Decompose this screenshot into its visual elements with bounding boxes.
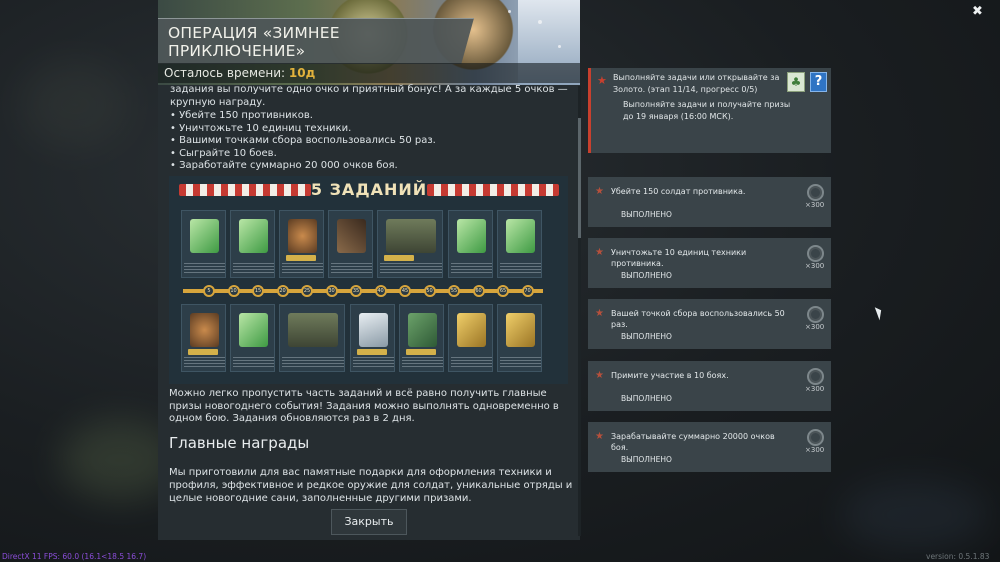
task-list-item: Вашими точками сбора воспользовались 50 … [170,135,572,148]
milestone-node: 70 [521,285,534,297]
task-name: Зарабатывайте суммарно 20000 очков боя. [611,432,775,452]
milestone-node: 55 [448,285,460,297]
reward-card [279,304,345,372]
milestone-node: 5 [203,285,215,297]
rewards-image: 5 ЗАДАНИЙ 5 10 15 20 25 30 35 40 45 50 55 60 65 70 [169,176,568,384]
task-status: ВЫПОЛНЕНО [621,271,672,280]
time-remaining-label: Осталось времени: [164,66,286,80]
task-card[interactable]: ★ Уничтожьте 10 единиц техники противник… [588,238,831,288]
reward-card [448,304,493,372]
reward-card [328,210,373,278]
close-icon[interactable]: ✖ [972,4,983,19]
background-decor [20,60,130,150]
intro-text: задания вы получите одно очко и приятный… [170,84,568,108]
reward-card [497,304,542,372]
task-card[interactable]: ★ Зарабатывайте суммарно 20000 очков боя… [588,422,831,472]
milestone-node: 40 [374,285,387,297]
event-banner: ОПЕРАЦИЯ «ЗИМНЕЕ ПРИКЛЮЧЕНИЕ» Осталось в… [158,0,580,85]
task-name: Вашей точкой сбора воспользовались 50 ра… [611,309,785,329]
task-points: ×300 [805,385,825,393]
star-icon: ★ [595,308,604,319]
reward-card [448,210,493,278]
points-icon [807,368,824,385]
task-list-item: Убейте 150 противников. [170,110,572,123]
task-list-item: Заработайте суммарно 20 000 очков боя. [170,160,572,173]
event-title: ОПЕРАЦИЯ «ЗИМНЕЕ ПРИКЛЮЧЕНИЕ» [168,23,340,60]
scrollbar-thumb[interactable] [578,118,581,238]
reward-card [377,210,443,278]
time-remaining-value: 10д [288,66,316,80]
version-label: version: 0.5.1.83 [926,552,990,561]
milestone-node: 10 [227,285,240,297]
reward-card [181,210,226,278]
fps-counter: DirectX 11 FPS: 60.0 (16.1<18.5 16.7) [2,552,147,561]
reward-card [350,304,395,372]
task-points: ×300 [805,201,825,209]
rewards-image-title: 5 ЗАДАНИЙ [310,180,428,199]
task-points: ×300 [805,262,825,270]
task-name: Примите участие в 10 боях. [611,371,729,380]
points-icon [807,184,824,201]
event-note: Можно легко пропустить часть заданий и в… [169,388,559,424]
milestone-node: 15 [252,285,264,297]
milestone-node: 20 [276,285,289,297]
main-rewards-heading: Главные награды [169,434,310,452]
task-name: Убейте 150 солдат противника. [611,187,746,196]
points-icon [807,306,824,323]
stage-info-card: ★ Выполняйте задачи или открывайте за Зо… [588,68,831,153]
milestone-node: 35 [350,285,362,297]
milestone-node: 50 [423,285,436,297]
star-icon: ★ [595,370,604,381]
task-card[interactable]: ★ Убейте 150 солдат противника. ВЫПОЛНЕН… [588,177,831,227]
task-list-item: Сыграйте 10 боев. [170,148,572,161]
event-title-plate: ОПЕРАЦИЯ «ЗИМНЕЕ ПРИКЛЮЧЕНИЕ» [158,18,474,64]
task-status: ВЫПОЛНЕНО [621,455,672,464]
task-card[interactable]: ★ Вашей точкой сбора воспользовались 50 … [588,299,831,349]
reward-card [279,210,324,278]
milestone-node: 45 [399,285,411,297]
reward-card [230,210,275,278]
task-status: ВЫПОЛНЕНО [621,332,672,341]
task-status: ВЫПОЛНЕНО [621,394,672,403]
milestone-node: 25 [301,285,313,297]
milestone-node: 60 [472,285,485,297]
reward-card [497,210,542,278]
time-remaining: Осталось времени: 10д [158,63,580,83]
points-icon [807,429,824,446]
star-icon: ★ [595,431,604,442]
event-intro: задания вы получите одно очко и приятный… [170,84,572,173]
reward-card [399,304,444,372]
task-list-item: Уничтожьте 10 единиц техники. [170,123,572,136]
close-button[interactable]: Закрыть [331,509,407,535]
points-icon [807,245,824,262]
star-icon: ★ [597,74,607,87]
mouse-cursor-icon [874,305,885,321]
clover-icon[interactable]: ♣ [787,72,805,92]
milestone-node: 65 [497,285,509,297]
task-name: Уничтожьте 10 единиц техники противника. [611,248,747,268]
main-rewards-text: Мы приготовили для вас памятные подарки … [169,467,573,504]
milestone-node: 30 [325,285,338,297]
reward-card [181,304,226,372]
stage-info-text: Выполняйте задачи или открывайте за Золо… [613,73,780,94]
background-decor [840,480,990,550]
stage-deadline-text: Выполняйте задачи и получайте призы до 1… [623,100,791,121]
star-icon: ★ [595,186,604,197]
task-points: ×300 [805,323,825,331]
star-icon: ★ [595,247,604,258]
task-card[interactable]: ★ Примите участие в 10 боях. ВЫПОЛНЕНО ×… [588,361,831,411]
help-icon[interactable]: ? [810,72,827,92]
reward-card [230,304,275,372]
task-points: ×300 [805,446,825,454]
task-list: Убейте 150 противников. Уничтожьте 10 ед… [170,110,572,173]
task-status: ВЫПОЛНЕНО [621,210,672,219]
